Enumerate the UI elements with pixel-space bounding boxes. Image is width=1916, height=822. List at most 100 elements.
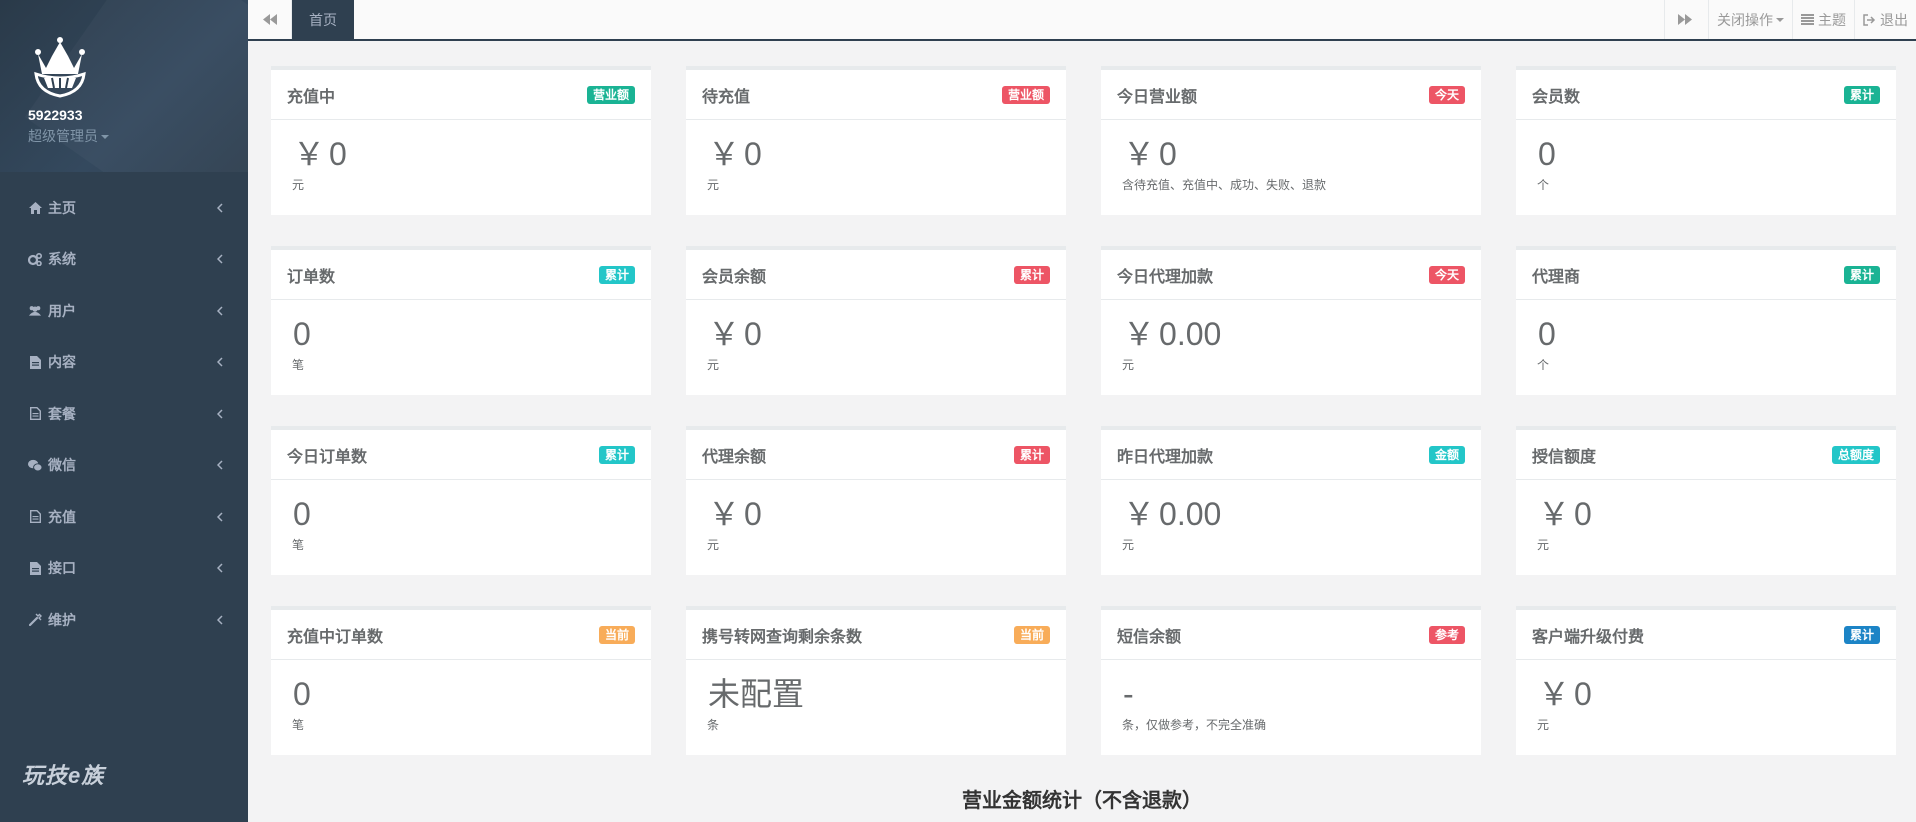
- stat-card-title: 订单数: [287, 268, 336, 286]
- stat-card-header: 订单数 累计: [271, 250, 651, 300]
- logout-button[interactable]: 退出: [1854, 0, 1916, 39]
- stat-card-title: 今日订单数: [287, 448, 368, 466]
- stat-card-title: 代理余额: [702, 448, 767, 466]
- sidebar-item-label: 维护: [48, 611, 76, 628]
- stat-card: 代理商 累计 0 个: [1516, 246, 1896, 395]
- stat-card-badge: 金额: [1428, 445, 1465, 464]
- currency-symbol: ￥: [1123, 496, 1156, 532]
- stat-card-value: 0: [1538, 314, 1874, 354]
- tab-home[interactable]: 首页: [292, 0, 354, 39]
- stat-card-header: 今日订单数 累计: [271, 430, 651, 480]
- section-title: 营业金额统计（不含退款）: [962, 790, 1202, 812]
- stat-card-number: 0: [329, 136, 347, 172]
- stat-card-number: 0: [293, 496, 311, 532]
- stat-card: 今日营业额 今天 ￥ 0 含待充值、充值中、成功、失败、退款: [1101, 66, 1481, 215]
- stat-card-number: 0: [1574, 496, 1592, 532]
- currency-symbol: ￥: [708, 316, 741, 352]
- sidebar-item-wechat[interactable]: 微信: [0, 440, 248, 492]
- stat-card-title: 授信额度: [1532, 448, 1597, 466]
- stat-card-value: 未配置: [708, 674, 1044, 714]
- chevron-left-icon: [214, 305, 226, 317]
- sidebar-item-package[interactable]: 套餐: [0, 388, 248, 440]
- sidebar-item-label: 内容: [48, 354, 76, 371]
- stat-card-badge: 今天: [1428, 85, 1465, 104]
- stat-card-title: 充值中: [287, 88, 336, 106]
- caret-down-icon: [101, 135, 109, 140]
- theme-button[interactable]: 主题: [1792, 0, 1854, 39]
- stat-card: 充值中订单数 当前 0 笔: [271, 606, 651, 755]
- currency-symbol: ￥: [1123, 136, 1156, 172]
- stat-card-header: 代理余额 累计: [686, 430, 1066, 480]
- stat-card-unit: 元: [707, 178, 720, 192]
- currency-symbol: ￥: [1538, 496, 1571, 532]
- stat-card: 携号转网查询剩余条数 当前 未配置条: [686, 606, 1066, 755]
- stat-card-value: 0: [1538, 134, 1874, 174]
- sidebar-item-recharge[interactable]: 充值: [0, 491, 248, 543]
- stat-card-header: 携号转网查询剩余条数 当前: [686, 610, 1066, 660]
- sidebar-item-system[interactable]: 系统: [0, 234, 248, 286]
- user-role-label: 超级管理员: [28, 128, 98, 144]
- stat-card-badge: 累计: [598, 265, 635, 284]
- stat-card-body: 0个: [1516, 300, 1896, 373]
- stat-card-body: ￥ 0 含待充值、充值中、成功、失败、退款: [1101, 120, 1481, 193]
- stat-card-number: 0: [744, 496, 762, 532]
- chevron-left-icon: [214, 356, 226, 368]
- stat-card-body: ￥ 0.00 元: [1101, 300, 1481, 373]
- caret-down-icon: [1776, 17, 1784, 22]
- stat-card-badge: 营业额: [1001, 85, 1050, 104]
- stat-card-body: ￥ 0 元: [686, 480, 1066, 553]
- stat-card-unit: 笔: [292, 718, 305, 732]
- stat-card-badge: 累计: [1013, 445, 1050, 464]
- stat-card-badge: 今天: [1428, 265, 1465, 284]
- stat-card-badge: 累计: [1013, 265, 1050, 284]
- stat-card: 客户端升级付费 累计 ￥ 0 元: [1516, 606, 1896, 755]
- stat-card: 今日代理加款 今天 ￥ 0.00 元: [1101, 246, 1481, 395]
- topbar-actions: 关闭操作 主题 退出: [1664, 0, 1916, 39]
- stat-card-number: -: [1123, 676, 1134, 712]
- stat-card-body: 0个: [1516, 120, 1896, 193]
- stat-card: 充值中 营业额 ￥ 0 元: [271, 66, 651, 215]
- stat-card-unit: 元: [1122, 538, 1135, 552]
- stat-card-header: 充值中订单数 当前: [271, 610, 651, 660]
- stat-card-unit: 元: [1537, 538, 1550, 552]
- file-icon: [28, 355, 42, 369]
- chevron-left-icon: [214, 614, 226, 626]
- users-icon: [28, 304, 42, 318]
- stat-card-value: ￥ 0: [1123, 134, 1459, 174]
- file-outline-icon: [28, 407, 42, 421]
- sidebar-item-users[interactable]: 用户: [0, 285, 248, 337]
- stat-card: 短信余额 参考 - 条，仅做参考，不完全准确: [1101, 606, 1481, 755]
- stat-card-value: -: [1123, 674, 1459, 714]
- stat-card-badge: 总额度: [1831, 445, 1880, 464]
- stat-card-header: 今日代理加款 今天: [1101, 250, 1481, 300]
- sidebar-item-content[interactable]: 内容: [0, 337, 248, 389]
- sidebar-nav: 主页 系统 用户 内容 套餐 微信 充值 接口 维护: [0, 182, 248, 646]
- chevron-left-icon: [214, 408, 226, 420]
- stat-card-body: ￥ 0.00 元: [1101, 480, 1481, 553]
- stat-card-value: ￥ 0.00: [1123, 494, 1459, 534]
- currency-symbol: ￥: [708, 496, 741, 532]
- chevron-left-icon: [214, 562, 226, 574]
- sidebar-item-label: 微信: [48, 457, 76, 474]
- stat-card-body: ￥ 0 元: [686, 300, 1066, 373]
- stat-card-value: ￥ 0: [708, 314, 1044, 354]
- logout-label: 退出: [1880, 11, 1908, 28]
- stat-card-value: 0: [293, 314, 629, 354]
- sidebar-item-maintenance[interactable]: 维护: [0, 594, 248, 646]
- wrench-icon: [28, 613, 42, 627]
- sidebar-item-label: 套餐: [48, 405, 76, 422]
- stat-card-header: 短信余额 参考: [1101, 610, 1481, 660]
- sidebar-item-label: 主页: [48, 199, 76, 216]
- user-role-dropdown[interactable]: 超级管理员: [28, 126, 109, 146]
- scroll-tabs-right-button[interactable]: [1664, 0, 1708, 39]
- close-operations-dropdown[interactable]: 关闭操作: [1708, 0, 1792, 39]
- file-icon: [28, 561, 42, 575]
- chevron-left-icon: [214, 202, 226, 214]
- stat-card-title: 今日营业额: [1117, 88, 1198, 106]
- scroll-tabs-left-button[interactable]: [248, 0, 292, 39]
- stat-card-header: 待充值 营业额: [686, 70, 1066, 120]
- stat-card-unit: 笔: [292, 538, 305, 552]
- stat-card-title: 短信余额: [1117, 628, 1182, 646]
- sidebar-item-home[interactable]: 主页: [0, 182, 248, 234]
- sidebar-item-interface[interactable]: 接口: [0, 543, 248, 595]
